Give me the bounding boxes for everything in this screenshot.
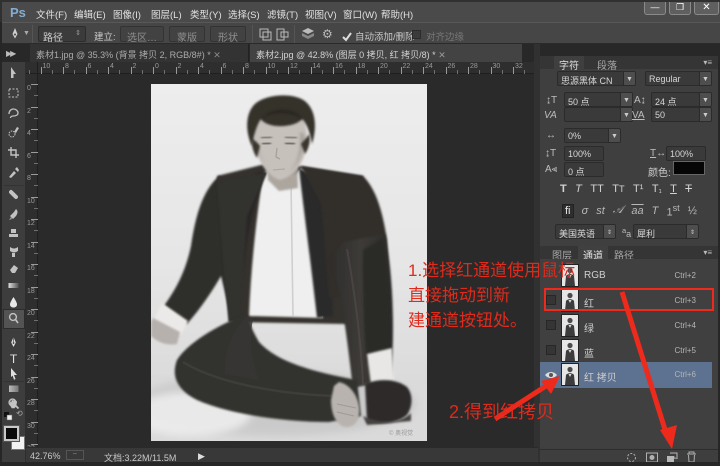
- svg-text:T: T: [10, 352, 18, 365]
- svg-text:© 奥视觉: © 奥视觉: [389, 429, 413, 437]
